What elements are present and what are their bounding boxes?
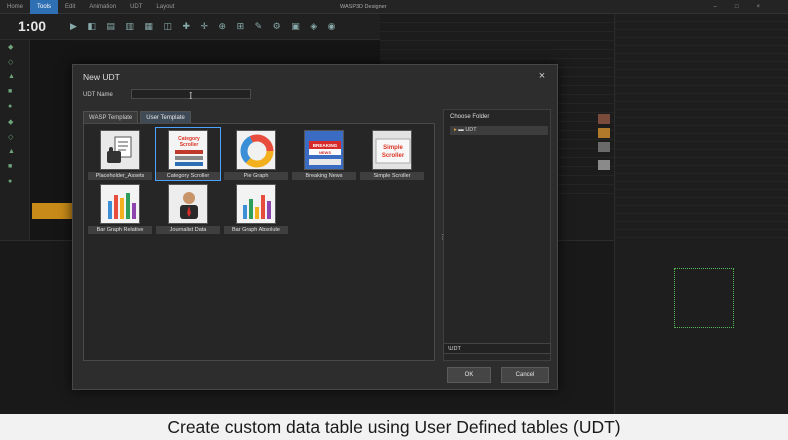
tool-icon[interactable]: ▲ xyxy=(8,73,21,85)
dialog-title: New UDT xyxy=(83,72,120,82)
toolbar-icons[interactable]: ▶ ◧ ▤ ▥ ▦ ◫ ✚ ✛ ⊕ ⊞ ✎ ⚙ ▣ ◈ ◉ xyxy=(70,21,340,32)
choose-folder-panel: Choose Folder ▸ ▬ UDT xyxy=(443,109,551,361)
svg-text:Simple: Simple xyxy=(383,145,403,151)
bar-chart-icon xyxy=(100,184,140,224)
svg-text:NEWS: NEWS xyxy=(319,150,331,155)
template-tile-placeholder-assets[interactable]: Placeholder_Assets xyxy=(88,128,152,180)
folder-path-input[interactable] xyxy=(443,343,551,354)
template-tile-pie-graph[interactable]: Pie Graph xyxy=(224,128,288,180)
ribbon-tab[interactable]: UDT xyxy=(123,0,149,14)
udt-name-label: UDT Name xyxy=(83,92,113,98)
svg-text:Scroller: Scroller xyxy=(382,153,405,159)
ribbon-tab-active[interactable]: Tools xyxy=(30,0,59,14)
color-swatch[interactable] xyxy=(598,114,610,124)
ribbon-tab[interactable]: Edit xyxy=(58,0,82,14)
template-tile-bar-graph-relative[interactable]: Bar Graph Relative xyxy=(88,182,152,234)
timecode: 1:00 xyxy=(18,18,47,34)
folder-item-udt[interactable]: ▸ ▬ UDT xyxy=(450,126,548,135)
left-tool-strip: ◆ ◇ ▲ ■ ● ◆ ◇ ▲ ■ ● xyxy=(0,40,30,250)
color-swatch[interactable] xyxy=(598,142,610,152)
tool-icon[interactable]: ● xyxy=(8,103,21,115)
scene-object[interactable] xyxy=(32,203,72,219)
journalist-icon xyxy=(168,184,208,224)
template-label: Placeholder_Assets xyxy=(88,172,152,180)
tab-user-template[interactable]: User Template xyxy=(140,111,191,123)
color-swatch[interactable] xyxy=(598,160,610,170)
ribbon-tab[interactable]: Layout xyxy=(149,0,181,14)
alignment-grid[interactable] xyxy=(674,268,734,328)
template-grid: Placeholder_Assets Category Scroller Cat… xyxy=(83,123,435,361)
choose-folder-title: Choose Folder xyxy=(450,114,490,120)
close-icon[interactable]: × xyxy=(535,69,549,83)
cancel-button[interactable]: Cancel xyxy=(501,367,549,383)
window-controls[interactable]: –□× xyxy=(714,0,778,14)
template-label: Simple Scroller xyxy=(360,172,424,180)
tool-icon[interactable]: ◆ xyxy=(8,118,21,130)
app-title: WASP3D Designer xyxy=(340,4,387,10)
folder-label: UDT xyxy=(465,127,477,133)
template-tile-breaking-news[interactable]: BREAKING NEWS Breaking News xyxy=(292,128,356,180)
template-label: Breaking News xyxy=(292,172,356,180)
document-hand-icon xyxy=(100,130,140,170)
template-label: Journalist Data xyxy=(156,226,220,234)
ok-button[interactable]: OK xyxy=(447,367,491,383)
tool-icon[interactable]: ■ xyxy=(8,88,21,100)
template-label: Pie Graph xyxy=(224,172,288,180)
tool-icon[interactable]: ◆ xyxy=(8,43,21,55)
template-tile-category-scroller[interactable]: Category Scroller Category Scroller xyxy=(155,127,221,181)
template-label: Category Scroller xyxy=(156,172,220,180)
template-label: Bar Graph Absolute xyxy=(224,226,288,234)
new-udt-dialog: New UDT × UDT Name I WASP Template User … xyxy=(72,64,558,390)
template-tile-journalist-data[interactable]: Journalist Data xyxy=(156,182,220,234)
tool-icon[interactable]: ● xyxy=(8,178,21,190)
svg-text:Scroller: Scroller xyxy=(180,142,199,148)
title-bar: Home Tools Edit Animation UDT Layout WASP3D D… xyxy=(0,0,788,14)
folder-icon: ▬ xyxy=(458,127,464,133)
tool-icon[interactable]: ◇ xyxy=(8,58,21,70)
pie-chart-icon xyxy=(236,130,276,170)
simple-scroller-icon: Simple Scroller xyxy=(372,130,412,170)
ribbon-tab[interactable]: Animation xyxy=(82,0,123,14)
template-label: Bar Graph Relative xyxy=(88,226,152,234)
svg-text:BREAKING: BREAKING xyxy=(313,143,338,148)
text-cursor-icon: I xyxy=(189,92,193,102)
tool-icon[interactable]: ◇ xyxy=(8,133,21,145)
template-tabs: WASP Template User Template xyxy=(83,111,193,123)
tab-wasp-template[interactable]: WASP Template xyxy=(83,111,139,123)
breaking-news-icon: BREAKING NEWS xyxy=(304,130,344,170)
template-tile-bar-graph-absolute[interactable]: Bar Graph Absolute xyxy=(224,182,288,234)
properties-panel xyxy=(614,14,788,414)
ribbon-tab[interactable]: Home xyxy=(0,0,30,14)
bar-chart-absolute-icon xyxy=(236,184,276,224)
template-tile-simple-scroller[interactable]: Simple Scroller Simple Scroller xyxy=(360,128,424,180)
expand-arrow-icon[interactable]: ▸ xyxy=(454,127,457,133)
video-caption: Create custom data table using User Defi… xyxy=(0,414,788,440)
category-scroller-icon: Category Scroller xyxy=(168,130,208,170)
color-swatch[interactable] xyxy=(598,128,610,138)
tool-icon[interactable]: ▲ xyxy=(8,148,21,160)
tool-icon[interactable]: ■ xyxy=(8,163,21,175)
